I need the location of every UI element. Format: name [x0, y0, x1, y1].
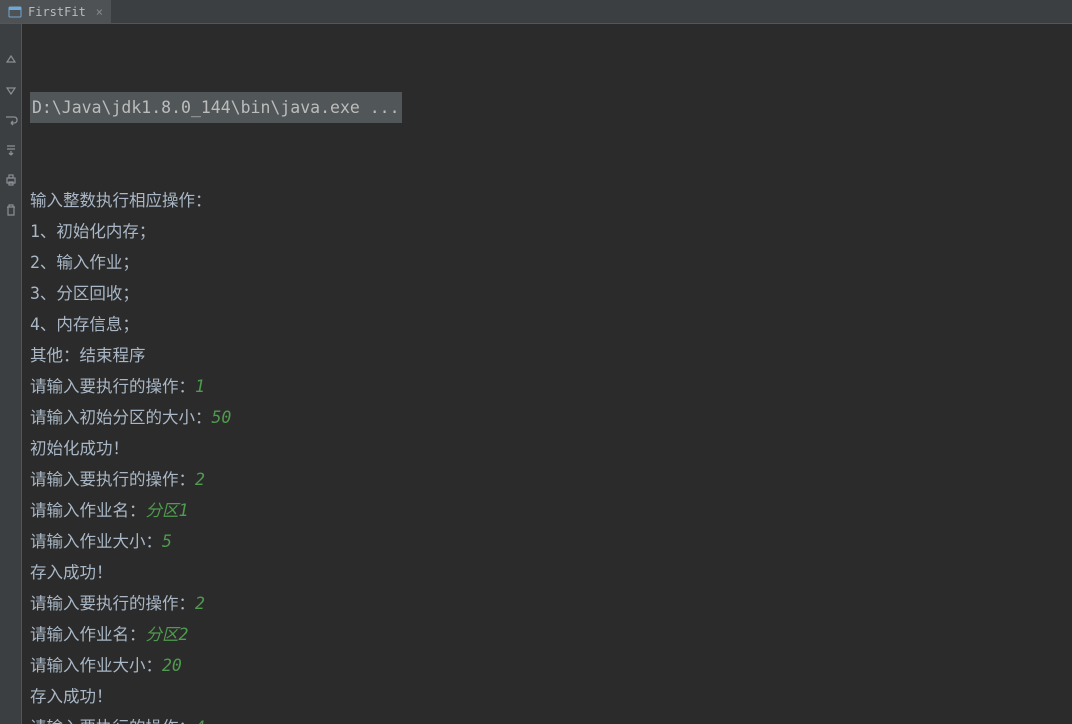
console-prompt: 请输入初始分区的大小：	[30, 408, 212, 427]
scroll-to-end-icon[interactable]	[3, 142, 19, 158]
console-user-input: 2	[195, 594, 205, 613]
console-prompt: 请输入要执行的操作：	[30, 377, 195, 396]
print-icon[interactable]	[3, 172, 19, 188]
console-prompt: 输入整数执行相应操作：	[30, 191, 212, 210]
console-line: 存入成功！	[30, 557, 1064, 588]
console-prompt: 3、分区回收；	[30, 284, 139, 303]
console-line: 请输入作业大小：5	[30, 526, 1064, 557]
console-line: 初始化成功！	[30, 433, 1064, 464]
console-prompt: 初始化成功！	[30, 439, 129, 458]
gutter	[0, 24, 22, 724]
console-prompt: 2、输入作业；	[30, 253, 139, 272]
console-line: 请输入要执行的操作：2	[30, 588, 1064, 619]
console-line: 请输入作业名：分区1	[30, 495, 1064, 526]
console-line: 请输入要执行的操作：4	[30, 712, 1064, 724]
console-prompt: 1、初始化内存；	[30, 222, 155, 241]
console-prompt: 请输入要执行的操作：	[30, 718, 195, 724]
console-prompt: 请输入作业名：	[30, 625, 146, 644]
console-line: 请输入初始分区的大小：50	[30, 402, 1064, 433]
console-line: 2、输入作业；	[30, 247, 1064, 278]
console-prompt: 存入成功！	[30, 687, 113, 706]
console-prompt: 请输入要执行的操作：	[30, 470, 195, 489]
console-line: 1、初始化内存；	[30, 216, 1064, 247]
soft-wrap-icon[interactable]	[3, 112, 19, 128]
console-prompt: 4、内存信息；	[30, 315, 139, 334]
console-prompt: 其他：结束程序	[30, 346, 146, 365]
console-line: 输入整数执行相应操作：	[30, 185, 1064, 216]
console-line: 请输入要执行的操作：1	[30, 371, 1064, 402]
console-prompt: 请输入作业大小：	[30, 656, 162, 675]
console-user-input: 1	[195, 377, 205, 396]
console-user-input: 2	[195, 470, 205, 489]
console-user-input: 分区2	[146, 625, 189, 644]
console-line: 其他：结束程序	[30, 340, 1064, 371]
console-user-input: 分区1	[146, 501, 189, 520]
console-line: 请输入要执行的操作：2	[30, 464, 1064, 495]
console-output[interactable]: D:\Java\jdk1.8.0_144\bin\java.exe ... 输入…	[22, 24, 1072, 724]
run-config-icon	[8, 5, 22, 19]
arrow-up-icon[interactable]	[3, 52, 19, 68]
console-user-input: 4	[195, 718, 205, 724]
command-line: D:\Java\jdk1.8.0_144\bin\java.exe ...	[30, 92, 402, 123]
console-line: 请输入作业名：分区2	[30, 619, 1064, 650]
console-user-input: 20	[162, 656, 182, 675]
console-line: 请输入作业大小：20	[30, 650, 1064, 681]
console-prompt: 存入成功！	[30, 563, 113, 582]
trash-icon[interactable]	[3, 202, 19, 218]
arrow-down-icon[interactable]	[3, 82, 19, 98]
tab-firstfit[interactable]: FirstFit ×	[0, 0, 111, 23]
console-line: 3、分区回收；	[30, 278, 1064, 309]
close-icon[interactable]: ×	[96, 5, 103, 19]
console-line: 4、内存信息；	[30, 309, 1064, 340]
tab-title: FirstFit	[28, 5, 86, 19]
main-area: D:\Java\jdk1.8.0_144\bin\java.exe ... 输入…	[0, 24, 1072, 724]
console-line: 存入成功！	[30, 681, 1064, 712]
tab-bar: FirstFit ×	[0, 0, 1072, 24]
console-user-input: 5	[162, 532, 172, 551]
console-prompt: 请输入作业大小：	[30, 532, 162, 551]
console-prompt: 请输入要执行的操作：	[30, 594, 195, 613]
console-user-input: 50	[212, 408, 232, 427]
console-prompt: 请输入作业名：	[30, 501, 146, 520]
